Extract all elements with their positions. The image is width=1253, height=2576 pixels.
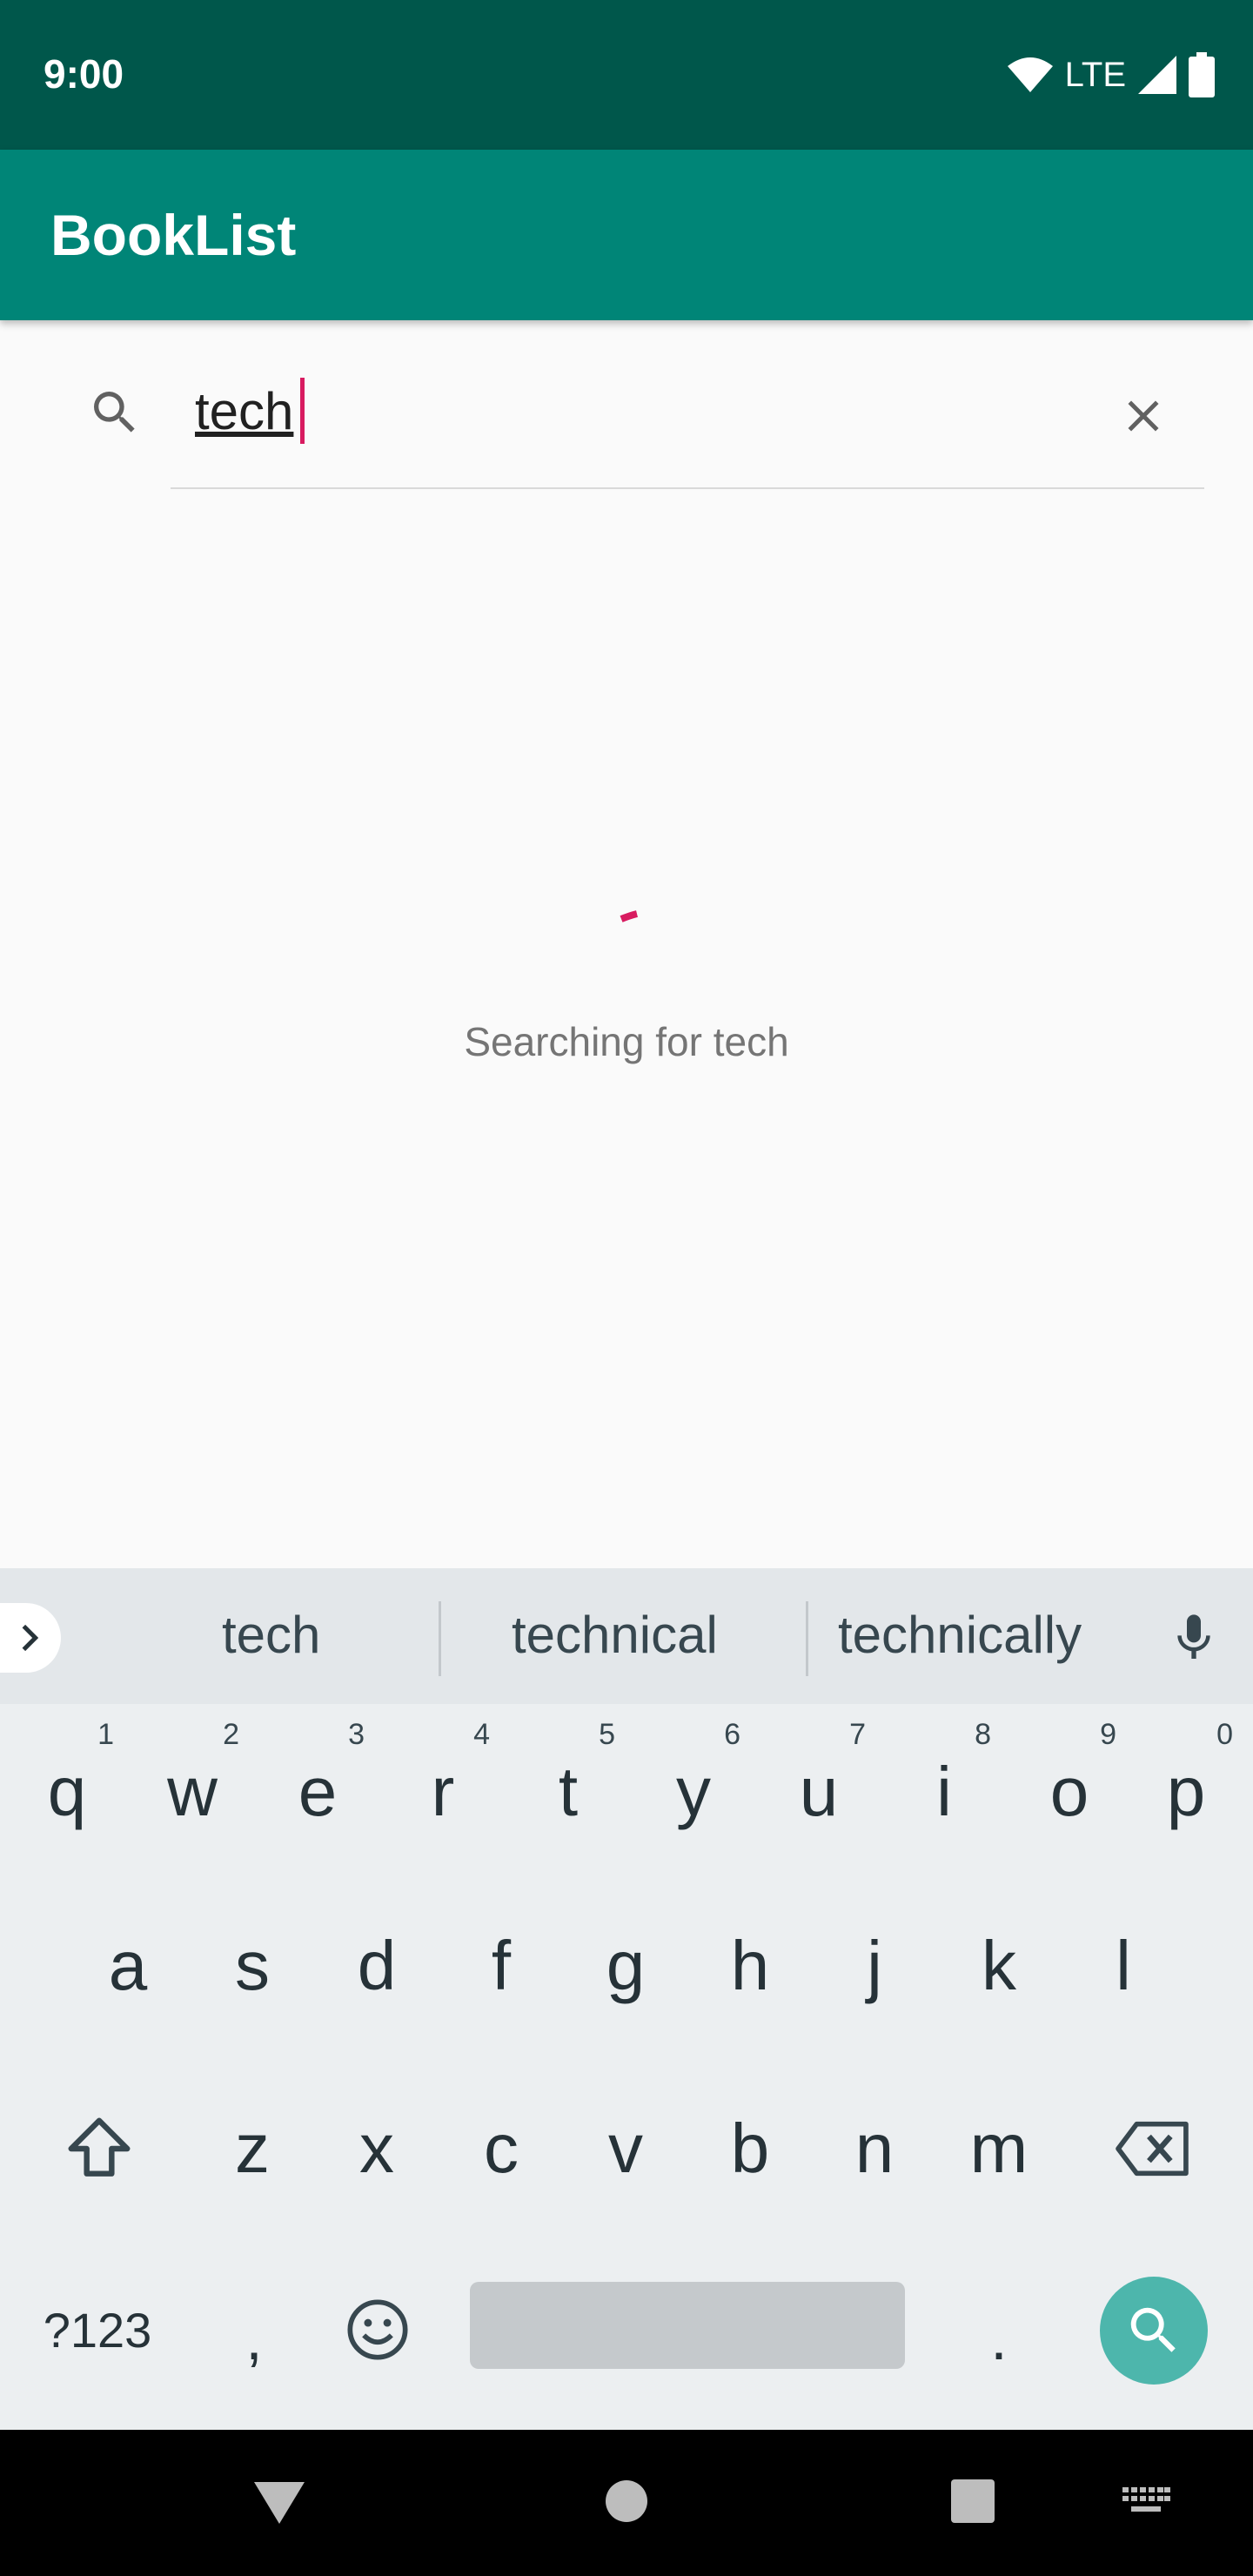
search-underline: [171, 487, 1204, 489]
key-k[interactable]: k: [936, 1883, 1062, 2049]
search-bar: tech: [0, 320, 1253, 494]
soft-keyboard: tech technical technically q1 w2 e3 r4 t…: [0, 1568, 1253, 2430]
key-hint: 3: [348, 1718, 365, 1751]
suggestion-item[interactable]: tech: [222, 1605, 320, 1665]
app-bar: BookList: [0, 150, 1253, 320]
key-a[interactable]: a: [65, 1883, 191, 2049]
shift-key[interactable]: [37, 2066, 162, 2231]
signal-icon: [1138, 56, 1176, 94]
backspace-key[interactable]: [1089, 2066, 1215, 2231]
status-bar: 9:00 LTE: [0, 0, 1253, 150]
chevron-right-icon: [22, 1624, 39, 1652]
suggestion-divider: [806, 1601, 808, 1676]
key-label: p: [1166, 1753, 1206, 1830]
key-j[interactable]: j: [812, 1883, 937, 2049]
space-key[interactable]: [470, 2282, 905, 2369]
key-t[interactable]: t5: [506, 1709, 631, 1875]
key-i[interactable]: i8: [881, 1709, 1007, 1875]
recents-icon[interactable]: [950, 2479, 995, 2524]
key-o[interactable]: o9: [1007, 1709, 1132, 1875]
text-cursor: [300, 378, 305, 444]
key-h[interactable]: h: [687, 1883, 813, 2049]
key-s[interactable]: s: [190, 1883, 315, 2049]
key-e[interactable]: e3: [255, 1709, 380, 1875]
key-l[interactable]: l: [1061, 1883, 1186, 2049]
key-hint: 7: [849, 1718, 866, 1751]
key-hint: 2: [223, 1718, 239, 1751]
status-time: 9:00: [44, 51, 124, 97]
keyboard-switch-icon[interactable]: [1121, 2485, 1171, 2519]
emoji-icon: [347, 2299, 408, 2360]
close-icon[interactable]: [1117, 390, 1169, 442]
app-title: BookList: [50, 203, 297, 267]
comma-key[interactable]: ,: [191, 2256, 317, 2421]
key-f[interactable]: f: [439, 1883, 564, 2049]
key-label: q: [47, 1753, 87, 1830]
key-hint: 6: [724, 1718, 740, 1751]
suggestion-item[interactable]: technically: [838, 1605, 1082, 1665]
key-hint: 5: [599, 1718, 615, 1751]
suggestion-item[interactable]: technical: [512, 1605, 718, 1665]
key-label: o: [1049, 1753, 1089, 1830]
key-y[interactable]: y6: [631, 1709, 756, 1875]
loading-message: Searching for tech: [464, 1019, 789, 1064]
period-key[interactable]: .: [936, 2256, 1062, 2421]
key-n[interactable]: n: [812, 2066, 937, 2231]
key-label: e: [298, 1753, 338, 1830]
key-label: i: [936, 1753, 952, 1830]
key-hint: 0: [1216, 1718, 1233, 1751]
key-p[interactable]: p0: [1123, 1709, 1249, 1875]
search-input[interactable]: tech: [195, 381, 293, 441]
key-label: t: [558, 1753, 579, 1830]
key-g[interactable]: g: [563, 1883, 688, 2049]
key-hint: 4: [473, 1718, 490, 1751]
loading-spinner: [620, 910, 638, 922]
key-label: u: [799, 1753, 839, 1830]
key-u[interactable]: u7: [756, 1709, 881, 1875]
emoji-key[interactable]: [315, 2247, 440, 2412]
key-w[interactable]: w2: [130, 1709, 255, 1875]
key-c[interactable]: c: [439, 2066, 564, 2231]
search-action-key[interactable]: [1100, 2277, 1208, 2385]
suggestion-divider: [439, 1601, 441, 1676]
key-hint: 8: [975, 1718, 991, 1751]
search-icon: [94, 392, 135, 433]
key-label: r: [431, 1753, 455, 1830]
battery-icon: [1189, 52, 1215, 97]
microphone-icon[interactable]: [1166, 1607, 1222, 1669]
key-b[interactable]: b: [687, 2066, 813, 2231]
key-d[interactable]: d: [314, 1883, 439, 2049]
network-type-label: LTE: [1064, 55, 1126, 94]
key-label: y: [676, 1753, 711, 1830]
key-hint: 1: [97, 1718, 114, 1751]
back-icon[interactable]: [252, 2479, 306, 2527]
shift-icon: [68, 2117, 131, 2177]
key-q[interactable]: q1: [4, 1709, 130, 1875]
search-icon: [1130, 2307, 1176, 2352]
suggestions-expand-button[interactable]: [0, 1603, 61, 1673]
home-icon[interactable]: [604, 2479, 649, 2524]
key-hint: 9: [1100, 1718, 1116, 1751]
key-x[interactable]: x: [314, 2066, 439, 2231]
backspace-icon: [1116, 2121, 1189, 2177]
status-icons: LTE: [1006, 50, 1215, 99]
navigation-bar: [0, 2430, 1253, 2576]
key-v[interactable]: v: [563, 2066, 688, 2231]
symbols-key[interactable]: ?123: [35, 2247, 160, 2412]
key-z[interactable]: z: [190, 2066, 315, 2231]
wifi-icon: [1007, 57, 1053, 92]
key-r[interactable]: r4: [380, 1709, 506, 1875]
key-label: w: [167, 1753, 218, 1830]
key-m[interactable]: m: [936, 2066, 1062, 2231]
suggestion-bar: tech technical technically: [0, 1568, 1253, 1704]
